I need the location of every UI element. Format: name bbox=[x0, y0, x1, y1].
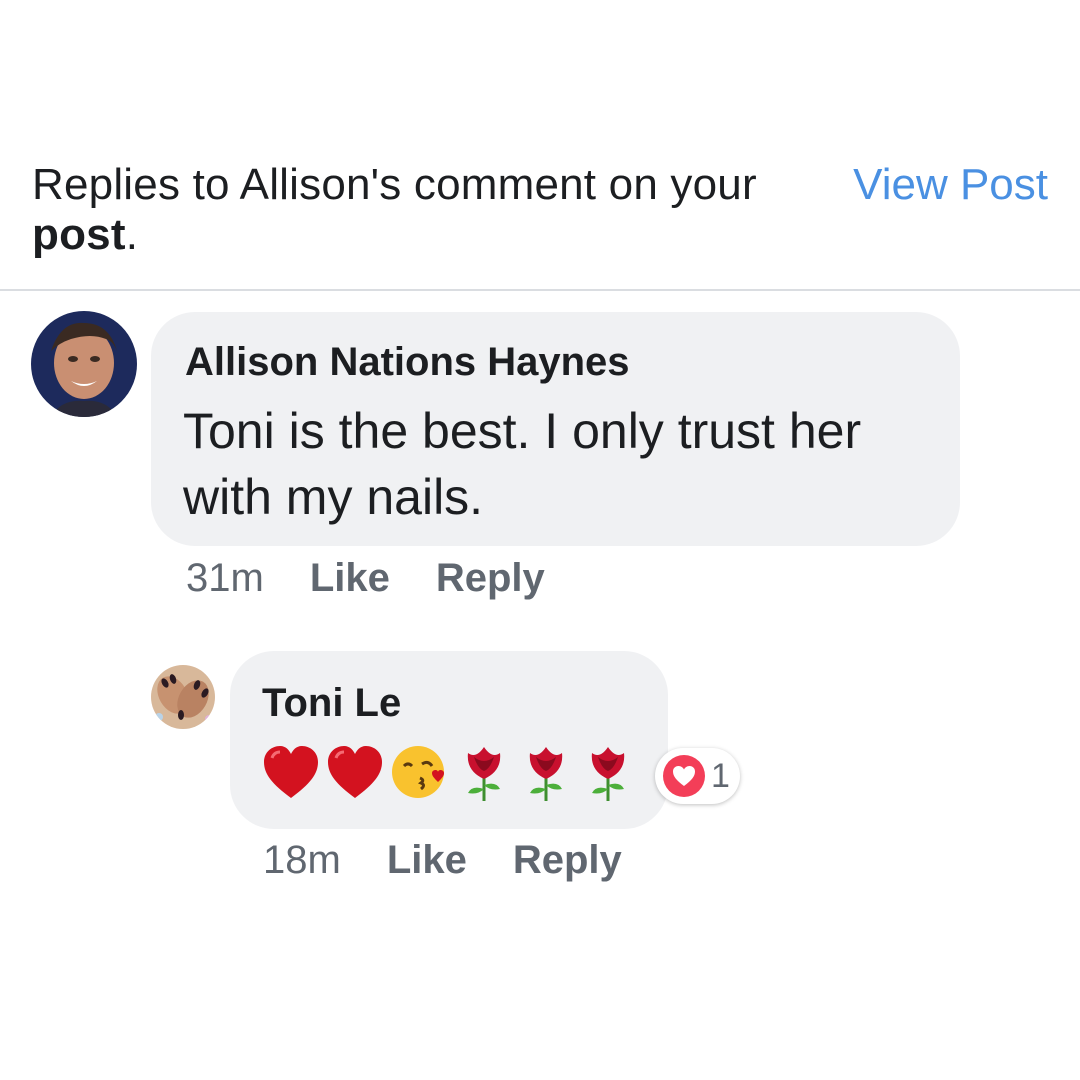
comment-text: Toni is the best. I only trust her with … bbox=[183, 403, 862, 525]
rose-emoji bbox=[529, 747, 563, 801]
replies-page: Replies to Allison's comment on your pos… bbox=[0, 0, 1080, 1080]
comment-author[interactable]: Allison Nations Haynes bbox=[185, 340, 630, 385]
reply-button[interactable]: Reply bbox=[436, 556, 545, 601]
header-divider bbox=[0, 289, 1080, 291]
heart-reaction-icon bbox=[663, 755, 705, 797]
notification-header: Replies to Allison's comment on your pos… bbox=[32, 160, 1048, 288]
reply-button[interactable]: Reply bbox=[513, 838, 622, 883]
reply-time: 18m bbox=[263, 838, 341, 882]
rose-emoji bbox=[591, 747, 625, 801]
reaction-count: 1 bbox=[711, 756, 730, 795]
heart-emoji bbox=[328, 746, 382, 798]
reply-author[interactable]: Toni Le bbox=[262, 681, 401, 726]
reply-bubble-toni[interactable]: Toni Le bbox=[230, 651, 668, 829]
kissing-face-emoji bbox=[392, 746, 444, 798]
reply-emoji-text bbox=[262, 741, 642, 803]
comment-meta-allison: 31m Like Reply bbox=[186, 556, 545, 601]
header-title-suffix: . bbox=[125, 210, 139, 259]
avatar-allison[interactable] bbox=[31, 311, 137, 417]
header-title-prefix: Replies to Allison's comment on your bbox=[32, 160, 757, 209]
view-post-link[interactable]: View Post bbox=[853, 160, 1048, 210]
rose-emoji bbox=[467, 747, 501, 801]
comment-time: 31m bbox=[186, 556, 264, 600]
avatar-toni[interactable] bbox=[151, 665, 215, 729]
header-title-post-link[interactable]: post bbox=[32, 210, 126, 259]
like-button[interactable]: Like bbox=[310, 556, 390, 601]
reply-meta-toni: 18m Like Reply bbox=[263, 838, 622, 883]
heart-emoji bbox=[264, 746, 318, 798]
reaction-summary[interactable]: 1 bbox=[655, 748, 740, 804]
like-button[interactable]: Like bbox=[387, 838, 467, 883]
comment-bubble-allison[interactable]: Allison Nations Haynes Toni is the best.… bbox=[151, 312, 960, 546]
header-title: Replies to Allison's comment on your pos… bbox=[32, 160, 772, 260]
